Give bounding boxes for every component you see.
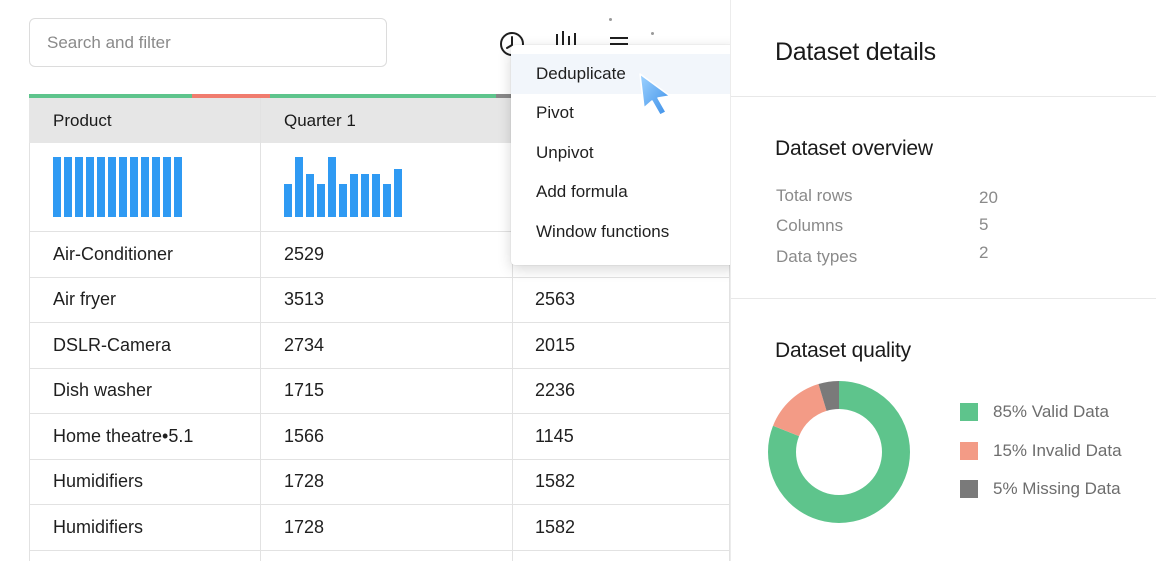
divider <box>731 298 1156 299</box>
quarter-1-sparkline <box>284 157 402 217</box>
menu-item-pivot[interactable]: Pivot <box>511 94 740 134</box>
product-profile-cell <box>29 143 261 231</box>
sparkline-bar <box>361 174 369 217</box>
sparkline-bar <box>295 157 303 217</box>
quarter-1-cell[interactable]: 2734 <box>261 323 513 368</box>
sparkline-bar <box>174 157 182 217</box>
sparkline-bar <box>64 157 72 217</box>
sparkline-bar <box>383 184 391 217</box>
menu-item-add-formula[interactable]: Add formula <box>511 173 740 213</box>
sparkline-bar <box>130 157 138 217</box>
legend-label-invalid: 15% Invalid Data <box>993 441 1122 460</box>
search-filter-input[interactable] <box>29 18 387 67</box>
sparkline-bar <box>317 184 325 217</box>
quarter-1-cell[interactable]: 2529 <box>261 232 513 277</box>
quarter-2-cell[interactable]: 2015 <box>513 323 730 368</box>
empty-cell <box>513 550 730 561</box>
quarter-1-cell[interactable]: 1728 <box>261 459 513 504</box>
product-sparkline <box>53 157 182 217</box>
table-row[interactable]: Home theatre•5.1 1566 1145 <box>29 414 730 460</box>
sparkline-bar <box>306 174 314 217</box>
product-cell[interactable]: Air-Conditioner <box>29 232 261 277</box>
sparkline-bar <box>284 184 292 217</box>
menu-item-unpivot[interactable]: Unpivot <box>511 133 740 173</box>
sparkline-bar <box>75 157 83 217</box>
sparkline-bar <box>86 157 94 217</box>
decor-dot <box>609 18 612 21</box>
legend-valid: 85% Valid Data <box>960 402 1109 422</box>
panel-title: Dataset details <box>775 38 936 66</box>
legend-label-valid: 85% Valid Data <box>993 402 1109 421</box>
product-cell[interactable]: Dish washer <box>29 368 261 413</box>
menu-item-window-functions[interactable]: Window functions <box>511 212 740 252</box>
sparkline-bar <box>108 157 116 217</box>
sparkline-bar <box>152 157 160 217</box>
quality-title: Dataset quality <box>775 339 911 362</box>
sparkline-bar <box>53 157 61 217</box>
sparkline-bar <box>97 157 105 217</box>
sparkline-bar <box>328 157 336 217</box>
divider <box>731 96 1156 97</box>
quarter-2-cell[interactable]: 1145 <box>513 414 730 459</box>
menu-item-deduplicate[interactable]: Deduplicate <box>511 54 740 94</box>
mouse-pointer-icon <box>636 70 676 125</box>
table-row[interactable]: Humidifiers 1728 1582 <box>29 505 730 551</box>
table-row[interactable]: Dish washer 1715 2236 <box>29 368 730 414</box>
empty-cell <box>261 550 513 561</box>
legend-missing: 5% Missing Data <box>960 479 1121 499</box>
table-row[interactable]: Humidifiers 1728 1582 <box>29 459 730 505</box>
table-row[interactable]: Air fryer 3513 2563 <box>29 277 730 323</box>
quarter-2-cell[interactable]: 1582 <box>513 459 730 504</box>
quarter-1-cell[interactable]: 3513 <box>261 277 513 322</box>
transform-menu: Deduplicate Pivot Unpivot Add formula Wi… <box>511 45 740 265</box>
product-cell[interactable]: Humidifiers <box>29 459 261 504</box>
quarter-2-cell[interactable]: 2236 <box>513 368 730 413</box>
stat-label-data-types: Data types <box>776 247 858 266</box>
quarter-2-cell[interactable]: 1582 <box>513 505 730 550</box>
table-row <box>29 550 730 561</box>
legend-invalid: 15% Invalid Data <box>960 441 1122 461</box>
product-cell[interactable]: DSLR-Camera <box>29 323 261 368</box>
legend-swatch-missing <box>960 480 978 498</box>
sparkline-bar <box>339 184 347 217</box>
product-cell[interactable]: Humidifiers <box>29 505 261 550</box>
product-cell[interactable]: Air fryer <box>29 277 261 322</box>
quarter-1-cell[interactable]: 1566 <box>261 414 513 459</box>
quarter-2-cell[interactable]: 2563 <box>513 277 730 322</box>
empty-cell <box>29 550 261 561</box>
dataset-details-panel: Dataset details Dataset overview Total r… <box>730 0 1156 561</box>
sparkline-bar <box>372 174 380 217</box>
column-header-product[interactable]: Product <box>29 98 261 143</box>
sparkline-bar <box>163 157 171 217</box>
legend-label-missing: 5% Missing Data <box>993 479 1121 498</box>
legend-swatch-valid <box>960 403 978 421</box>
stat-label-columns: Columns <box>776 216 844 235</box>
sparkline-bar <box>141 157 149 217</box>
quality-donut-chart <box>768 381 910 523</box>
sparkline-bar <box>394 169 402 217</box>
quarter-1-profile-cell <box>261 143 513 231</box>
quarter-1-cell[interactable]: 1715 <box>261 368 513 413</box>
decor-dot <box>651 32 654 35</box>
stat-label-total-rows: Total rows <box>776 186 853 205</box>
legend-swatch-invalid <box>960 442 978 460</box>
column-header-quarter-1[interactable]: Quarter 1 <box>261 98 513 143</box>
stat-value-data-types: 2 <box>979 243 989 262</box>
table-left-border <box>29 143 30 561</box>
overview-title: Dataset overview <box>775 137 933 160</box>
stat-value-columns: 5 <box>979 215 989 234</box>
sparkline-bar <box>350 174 358 217</box>
table-row[interactable]: DSLR-Camera 2734 2015 <box>29 323 730 369</box>
product-cell[interactable]: Home theatre•5.1 <box>29 414 261 459</box>
sparkline-bar <box>119 157 127 217</box>
stat-value-total-rows: 20 <box>979 188 998 207</box>
quarter-1-cell[interactable]: 1728 <box>261 505 513 550</box>
